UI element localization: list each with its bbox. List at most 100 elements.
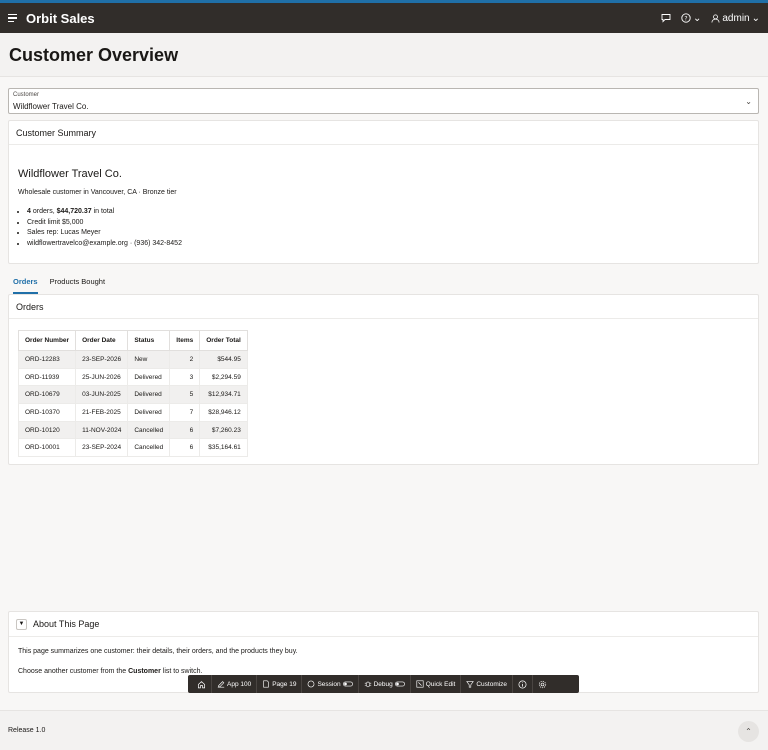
page-title: Customer Overview <box>9 45 179 65</box>
collapse-toggle-icon[interactable]: ▼ <box>16 618 27 630</box>
column-header[interactable]: Status <box>127 330 171 351</box>
chevron-down-icon: ⌄ <box>745 97 752 106</box>
toggle-icon <box>342 681 353 687</box>
page-footer: Release 1.0 ⌃ <box>0 710 768 750</box>
table-cell: Cancelled <box>127 420 171 440</box>
table-cell: $2,294.59 <box>199 367 248 387</box>
table-row: ORD-10679 03-JUN-2025 Delivered 5 $12,934.71 <box>17 385 248 405</box>
table-row: ORD-10120 11-NOV-2024 Cancelled 6 $7,260.23 <box>17 420 248 440</box>
customer-facts-list: 4 orders, $44,720.37 in total Credit lim… <box>27 207 182 249</box>
release-label: Release 1.0 <box>8 727 46 734</box>
table-cell: Delivered <box>127 403 171 422</box>
help-icon: ? <box>681 13 691 23</box>
session-button[interactable]: Session <box>302 675 359 693</box>
table-row: ORD-10001 23-SEP-2024 Cancelled 6 $35,164.61 <box>17 438 248 458</box>
app-button[interactable]: App 100 <box>212 675 258 693</box>
tab-orders[interactable]: Orders <box>13 277 38 294</box>
column-header[interactable]: Order Number <box>17 330 77 351</box>
chevron-down-icon: ⌄ <box>751 12 760 24</box>
table-cell: 3 <box>169 367 201 387</box>
about-paragraph-1: This page summarizes one customer: their… <box>18 648 298 655</box>
table-cell: Cancelled <box>127 438 171 458</box>
table-cell: $7,260.23 <box>199 420 248 440</box>
table-cell: 11-NOV-2024 <box>75 420 129 440</box>
chevron-up-icon: ⌃ <box>745 727 752 736</box>
table-cell: ORD-12283 <box>17 350 77 369</box>
quick-edit-button[interactable]: Quick Edit <box>411 675 462 693</box>
table-cell: Delivered <box>127 367 171 387</box>
table-cell: ORD-10001 <box>17 438 77 458</box>
customer-summary-heading: Customer Summary <box>9 121 758 145</box>
about-heading: About This Page <box>33 619 100 629</box>
customize-icon <box>466 681 475 688</box>
user-name: admin <box>722 12 750 24</box>
table-cell: ORD-10679 <box>17 385 77 405</box>
chat-icon[interactable] <box>661 13 671 23</box>
settings-gear-icon[interactable] <box>533 675 552 693</box>
sales-rep-fact: Sales rep: Lucas Meyer <box>27 228 182 239</box>
svg-text:?: ? <box>684 15 687 22</box>
table-row: ORD-12283 23-SEP-2026 New 2 $544.95 <box>17 350 248 369</box>
customer-summary-region: Customer Summary Wildflower Travel Co. W… <box>8 120 759 264</box>
table-cell: ORD-10120 <box>17 420 77 440</box>
table-row: ORD-10370 21-FEB-2025 Delivered 7 $28,946.12 <box>17 403 248 422</box>
home-icon[interactable] <box>192 675 212 693</box>
session-icon <box>308 680 315 688</box>
table-cell: 2 <box>169 350 201 369</box>
page-button[interactable]: Page 19 <box>257 675 303 693</box>
credit-limit-fact: Credit limit $5,000 <box>27 218 182 229</box>
table-cell: 23-SEP-2026 <box>75 350 129 369</box>
page-header: Customer Overview <box>0 33 768 77</box>
orders-fact: 4 orders, $44,720.37 in total <box>27 207 182 218</box>
table-cell: $544.95 <box>199 350 248 369</box>
column-header[interactable]: Items <box>169 330 201 351</box>
about-paragraph-2: Choose another customer from the Custome… <box>18 668 203 675</box>
table-cell: 6 <box>169 438 201 458</box>
customer-select[interactable]: Customer Wildflower Travel Co. ⌄ <box>8 88 759 114</box>
user-menu-button[interactable]: admin ⌄ <box>711 13 760 24</box>
table-cell: 23-SEP-2024 <box>75 438 129 458</box>
main-body: Customer Wildflower Travel Co. ⌄ Custome… <box>0 77 768 710</box>
table-cell: 7 <box>169 403 201 422</box>
table-cell: 25-JUN-2026 <box>75 367 129 387</box>
table-cell: ORD-10370 <box>17 403 77 422</box>
orders-heading: Orders <box>9 295 758 319</box>
table-header-row: Order Number Order Date Status Items Ord… <box>17 330 248 351</box>
table-cell: 21-FEB-2025 <box>75 403 129 422</box>
table-cell: ORD-11939 <box>17 367 77 387</box>
table-cell: New <box>127 350 171 369</box>
bug-icon <box>364 681 371 688</box>
app-header: Orbit Sales ? ⌄ admin ⌄ <box>0 3 768 33</box>
debug-button[interactable]: Debug <box>359 675 411 693</box>
table-cell: $12,934.71 <box>199 385 248 405</box>
help-menu-button[interactable]: ? ⌄ <box>681 13 701 24</box>
hamburger-menu-icon[interactable] <box>8 12 20 24</box>
column-header[interactable]: Order Date <box>75 330 129 351</box>
column-header[interactable]: Order Total <box>199 330 248 351</box>
app-title[interactable]: Orbit Sales <box>26 11 95 26</box>
toggle-icon <box>394 681 405 687</box>
customer-name: Wildflower Travel Co. <box>18 168 122 180</box>
edit-icon <box>217 681 225 688</box>
customer-select-value: Wildflower Travel Co. <box>13 102 89 111</box>
about-header: ▼ About This Page <box>9 612 758 637</box>
customize-button[interactable]: Customize <box>461 675 514 693</box>
quick-edit-icon <box>416 680 424 688</box>
contact-fact: wildflowertravelco@example.org · (936) 3… <box>27 239 182 250</box>
info-icon[interactable] <box>513 675 534 693</box>
developer-toolbar: App 100 Page 19 Session Debug Quick Edit… <box>188 675 579 693</box>
customer-select-label: Customer <box>13 92 40 98</box>
table-cell: 5 <box>169 385 201 405</box>
table-cell: 6 <box>169 420 201 440</box>
chevron-down-icon: ⌄ <box>692 12 702 24</box>
table-cell: 03-JUN-2025 <box>75 385 129 405</box>
customer-description: Wholesale customer in Vancouver, CA · Br… <box>18 189 177 196</box>
orders-region: Orders Order Number Order Date Status It… <box>8 294 759 465</box>
page-icon <box>263 680 269 688</box>
scroll-to-top-button[interactable]: ⌃ <box>738 721 759 742</box>
tab-bar: Orders Products Bought <box>13 277 105 294</box>
orders-table: Order Number Order Date Status Items Ord… <box>17 330 248 458</box>
table-cell: $28,946.12 <box>199 403 248 422</box>
tab-products-bought[interactable]: Products Bought <box>50 277 105 294</box>
table-cell: $35,164.61 <box>199 438 248 458</box>
